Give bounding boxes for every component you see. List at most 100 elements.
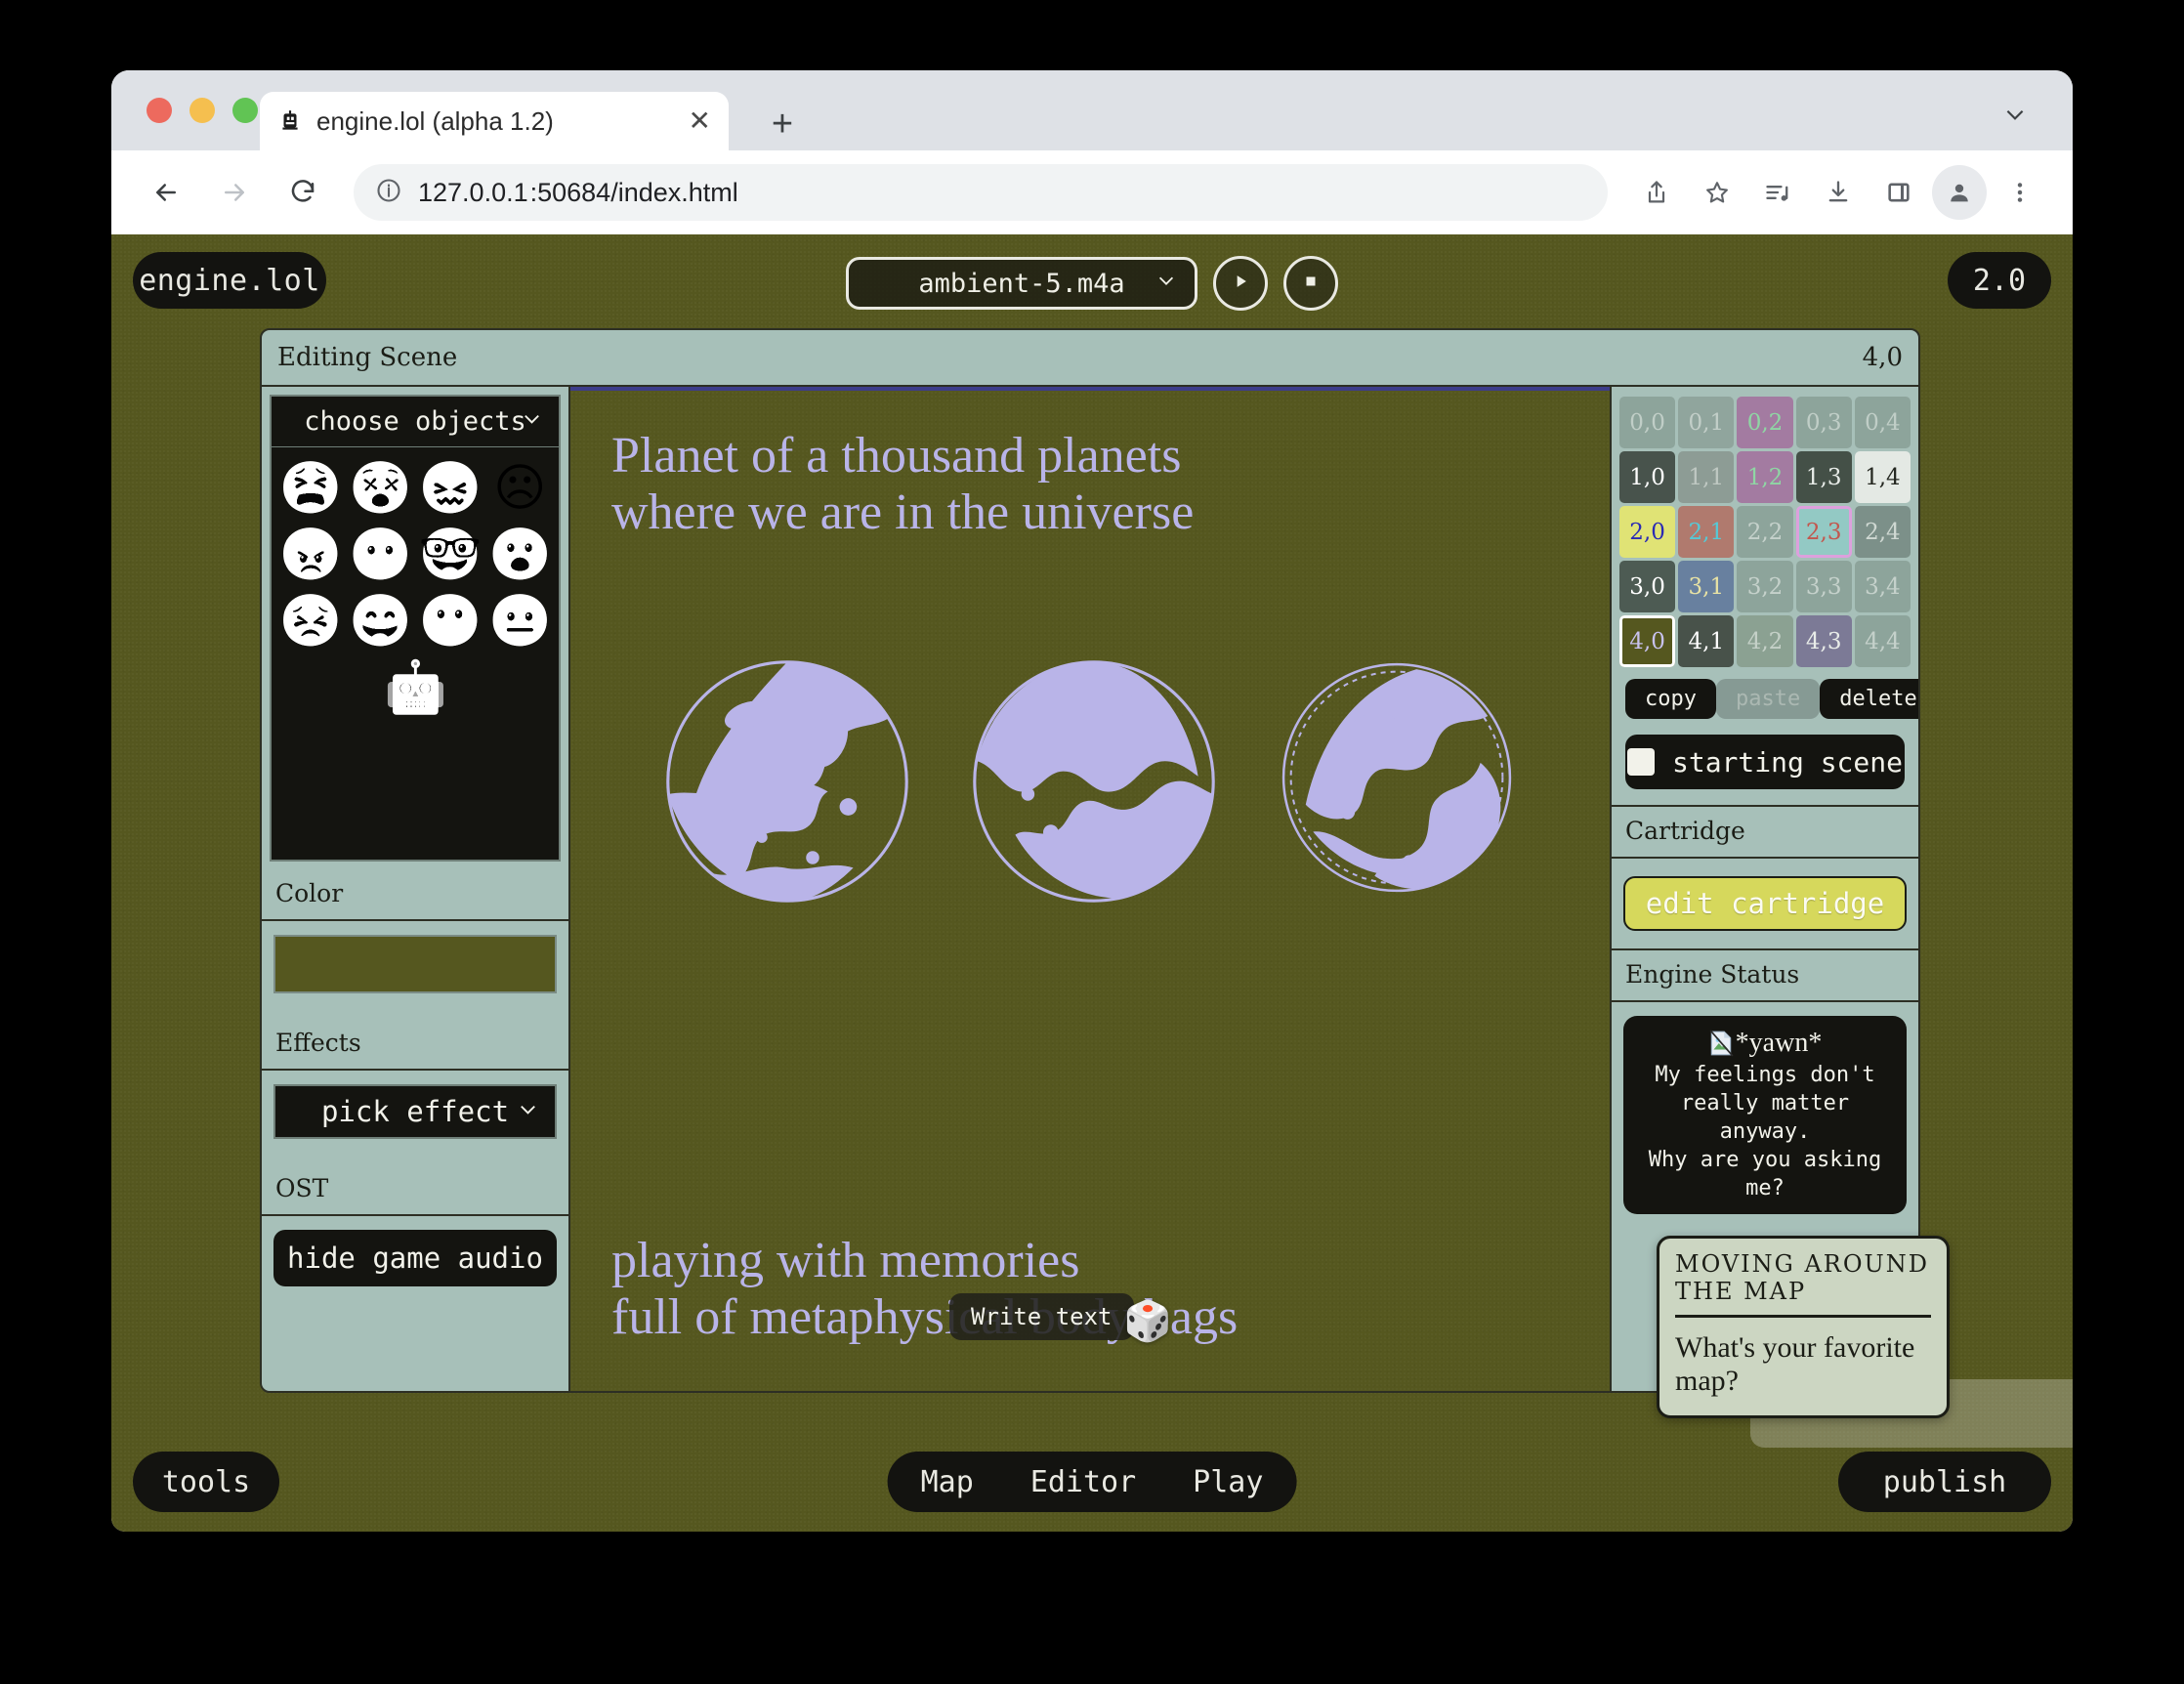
sprite-tile-7[interactable]: 😮 xyxy=(488,524,552,586)
play-icon xyxy=(1231,272,1250,296)
info-circle-icon[interactable] xyxy=(375,177,402,209)
scene-cell-3-2[interactable]: 3,2 xyxy=(1737,561,1793,612)
sprite-tile-3[interactable]: ☹ xyxy=(488,457,551,520)
scene-cell-2-3[interactable]: 2,3 xyxy=(1795,506,1852,558)
scene-cell-2-0[interactable]: 2,0 xyxy=(1619,506,1676,558)
planet-sprite-1[interactable] xyxy=(660,654,914,908)
arrow-right-icon[interactable] xyxy=(205,163,264,222)
share-icon[interactable] xyxy=(1629,165,1684,220)
object-picker: choose objects 😫 😵 😖 ☹ 😠 😶 🤓 😮 😣 😄 😬 😐 🤖 xyxy=(270,395,561,862)
nav-editor-button[interactable]: Editor xyxy=(1030,1465,1136,1499)
delete-button[interactable]: delete xyxy=(1820,679,1918,719)
sprite-grid: 😫 😵 😖 ☹ 😠 😶 🤓 😮 😣 😄 😬 😐 🤖 xyxy=(272,447,559,860)
scene-cell-0-1[interactable]: 0,1 xyxy=(1678,397,1735,448)
app-brand[interactable]: engine.lol xyxy=(133,252,326,309)
scene-cell-1-3[interactable]: 1,3 xyxy=(1795,451,1852,503)
scene-cell-4-1[interactable]: 4,1 xyxy=(1678,615,1735,667)
scene-cell-4-2[interactable]: 4,2 xyxy=(1737,615,1793,667)
sprite-tile-8[interactable]: 😣 xyxy=(279,590,343,653)
sprite-tile-1[interactable]: 😵 xyxy=(349,457,412,520)
omnibox-toolbar: 127.0.0.1 :50684/index.html xyxy=(111,150,2073,234)
scene-cell-1-4[interactable]: 1,4 xyxy=(1854,451,1911,503)
profile-avatar-icon[interactable] xyxy=(1932,165,1987,220)
reload-icon[interactable] xyxy=(273,163,332,222)
scene-cell-4-4[interactable]: 4,4 xyxy=(1854,615,1911,667)
scene-cell-1-1[interactable]: 1,1 xyxy=(1678,451,1735,503)
copy-button[interactable]: copy xyxy=(1625,679,1716,719)
nav-play-button[interactable]: Play xyxy=(1193,1465,1263,1499)
paste-button[interactable]: paste xyxy=(1715,679,1821,719)
scene-cell-0-2[interactable]: 0,2 xyxy=(1737,397,1793,448)
scene-cell-4-3[interactable]: 4,3 xyxy=(1795,615,1852,667)
tools-button[interactable]: tools xyxy=(133,1452,279,1512)
maximize-window-button[interactable] xyxy=(232,98,258,123)
starting-scene-checkbox[interactable] xyxy=(1626,748,1655,776)
nav-map-button[interactable]: Map xyxy=(921,1465,974,1499)
scene-cell-0-4[interactable]: 0,4 xyxy=(1854,397,1911,448)
ost-track-label: ambient-5.m4a xyxy=(918,268,1125,299)
scene-cell-3-0[interactable]: 3,0 xyxy=(1619,561,1676,612)
sprite-tile-4[interactable]: 😠 xyxy=(279,524,343,586)
kebab-menu-icon[interactable] xyxy=(1993,165,2047,220)
side-panel-icon[interactable] xyxy=(1871,165,1926,220)
scene-cell-1-2[interactable]: 1,2 xyxy=(1737,451,1793,503)
close-icon[interactable]: ✕ xyxy=(689,107,711,135)
browser-window: engine.lol (alpha 1.2) ✕ + 127.0.0.1 :50… xyxy=(111,70,2073,1532)
edit-cartridge-button[interactable]: edit cartridge xyxy=(1623,876,1907,931)
scene-cell-3-3[interactable]: 3,3 xyxy=(1795,561,1852,612)
sprite-tile-0[interactable]: 😫 xyxy=(279,457,343,520)
sprite-tile-2[interactable]: 😖 xyxy=(419,457,483,520)
ost-section: hide game audio xyxy=(262,1216,568,1312)
tab-strip: engine.lol (alpha 1.2) ✕ + xyxy=(111,70,2073,150)
tab-title: engine.lol (alpha 1.2) xyxy=(316,105,554,136)
scene-grid-wrapper: 0,0 0,1 0,2 0,3 0,4 1,0 1,1 1,2 1,3 1,4 2,0 2,1 2,2 2… xyxy=(1612,387,1918,671)
sprite-tile-11[interactable]: 😐 xyxy=(488,590,552,653)
sprite-tile-12[interactable]: 🤖 xyxy=(384,656,447,719)
effects-section: pick effect xyxy=(262,1071,568,1164)
download-icon[interactable] xyxy=(1811,165,1866,220)
scene-cell-3-4[interactable]: 3,4 xyxy=(1854,561,1911,612)
scene-cell-2-2[interactable]: 2,2 xyxy=(1737,506,1793,558)
planet-sprite-2[interactable] xyxy=(967,654,1221,908)
publish-button[interactable]: publish xyxy=(1838,1452,2051,1512)
arrow-left-icon[interactable] xyxy=(137,163,195,222)
scene-canvas[interactable]: Planet of a thousand planets where we ar… xyxy=(570,387,1610,1391)
effects-section-label: Effects xyxy=(262,1019,568,1071)
scene-cell-2-4[interactable]: 2,4 xyxy=(1854,506,1911,558)
browser-tab[interactable]: engine.lol (alpha 1.2) ✕ xyxy=(260,92,729,150)
audio-controls: ambient-5.m4a xyxy=(846,256,1338,311)
play-button[interactable] xyxy=(1213,256,1268,311)
scene-text-top[interactable]: Planet of a thousand planets where we ar… xyxy=(611,428,1194,541)
color-swatch[interactable] xyxy=(273,935,557,993)
editor-scene-coord: 4,0 xyxy=(1862,343,1903,372)
engine-app-viewport: engine.lol 2.0 ambient-5.m4a Editing Sce… xyxy=(111,234,2073,1532)
media-playlist-icon[interactable] xyxy=(1750,165,1805,220)
sprite-tile-10[interactable]: 😬 xyxy=(419,590,483,653)
chevron-down-icon xyxy=(1155,270,1177,297)
address-bar[interactable]: 127.0.0.1 :50684/index.html xyxy=(354,164,1608,221)
window-controls[interactable] xyxy=(147,98,258,123)
scene-cell-0-0[interactable]: 0,0 xyxy=(1619,397,1676,448)
pick-effect-select[interactable]: pick effect xyxy=(273,1084,557,1139)
minimize-window-button[interactable] xyxy=(189,98,215,123)
hide-game-audio-button[interactable]: hide game audio xyxy=(273,1230,557,1286)
close-window-button[interactable] xyxy=(147,98,172,123)
chevron-down-icon[interactable] xyxy=(2002,102,2028,134)
stop-button[interactable] xyxy=(1283,256,1338,311)
scene-cell-2-1[interactable]: 2,1 xyxy=(1678,506,1735,558)
choose-objects-select[interactable]: choose objects xyxy=(272,397,559,447)
scene-cell-1-0[interactable]: 1,0 xyxy=(1619,451,1676,503)
scene-cell-0-3[interactable]: 0,3 xyxy=(1795,397,1852,448)
plus-icon[interactable]: + xyxy=(756,102,809,147)
ost-track-select[interactable]: ambient-5.m4a xyxy=(846,257,1197,310)
choose-objects-label: choose objects xyxy=(304,406,526,437)
editor-header: Editing Scene 4,0 xyxy=(262,330,1918,387)
sprite-tile-6[interactable]: 🤓 xyxy=(419,524,483,586)
scene-cell-4-0[interactable]: 4,0 xyxy=(1619,615,1676,667)
scene-cell-3-1[interactable]: 3,1 xyxy=(1678,561,1735,612)
sprite-tile-5[interactable]: 😶 xyxy=(349,524,412,586)
sprite-tile-9[interactable]: 😄 xyxy=(349,590,412,653)
planet-sprite-3[interactable] xyxy=(1274,654,1520,901)
star-icon[interactable] xyxy=(1690,165,1744,220)
starting-scene-toggle[interactable]: starting scene xyxy=(1625,735,1905,789)
